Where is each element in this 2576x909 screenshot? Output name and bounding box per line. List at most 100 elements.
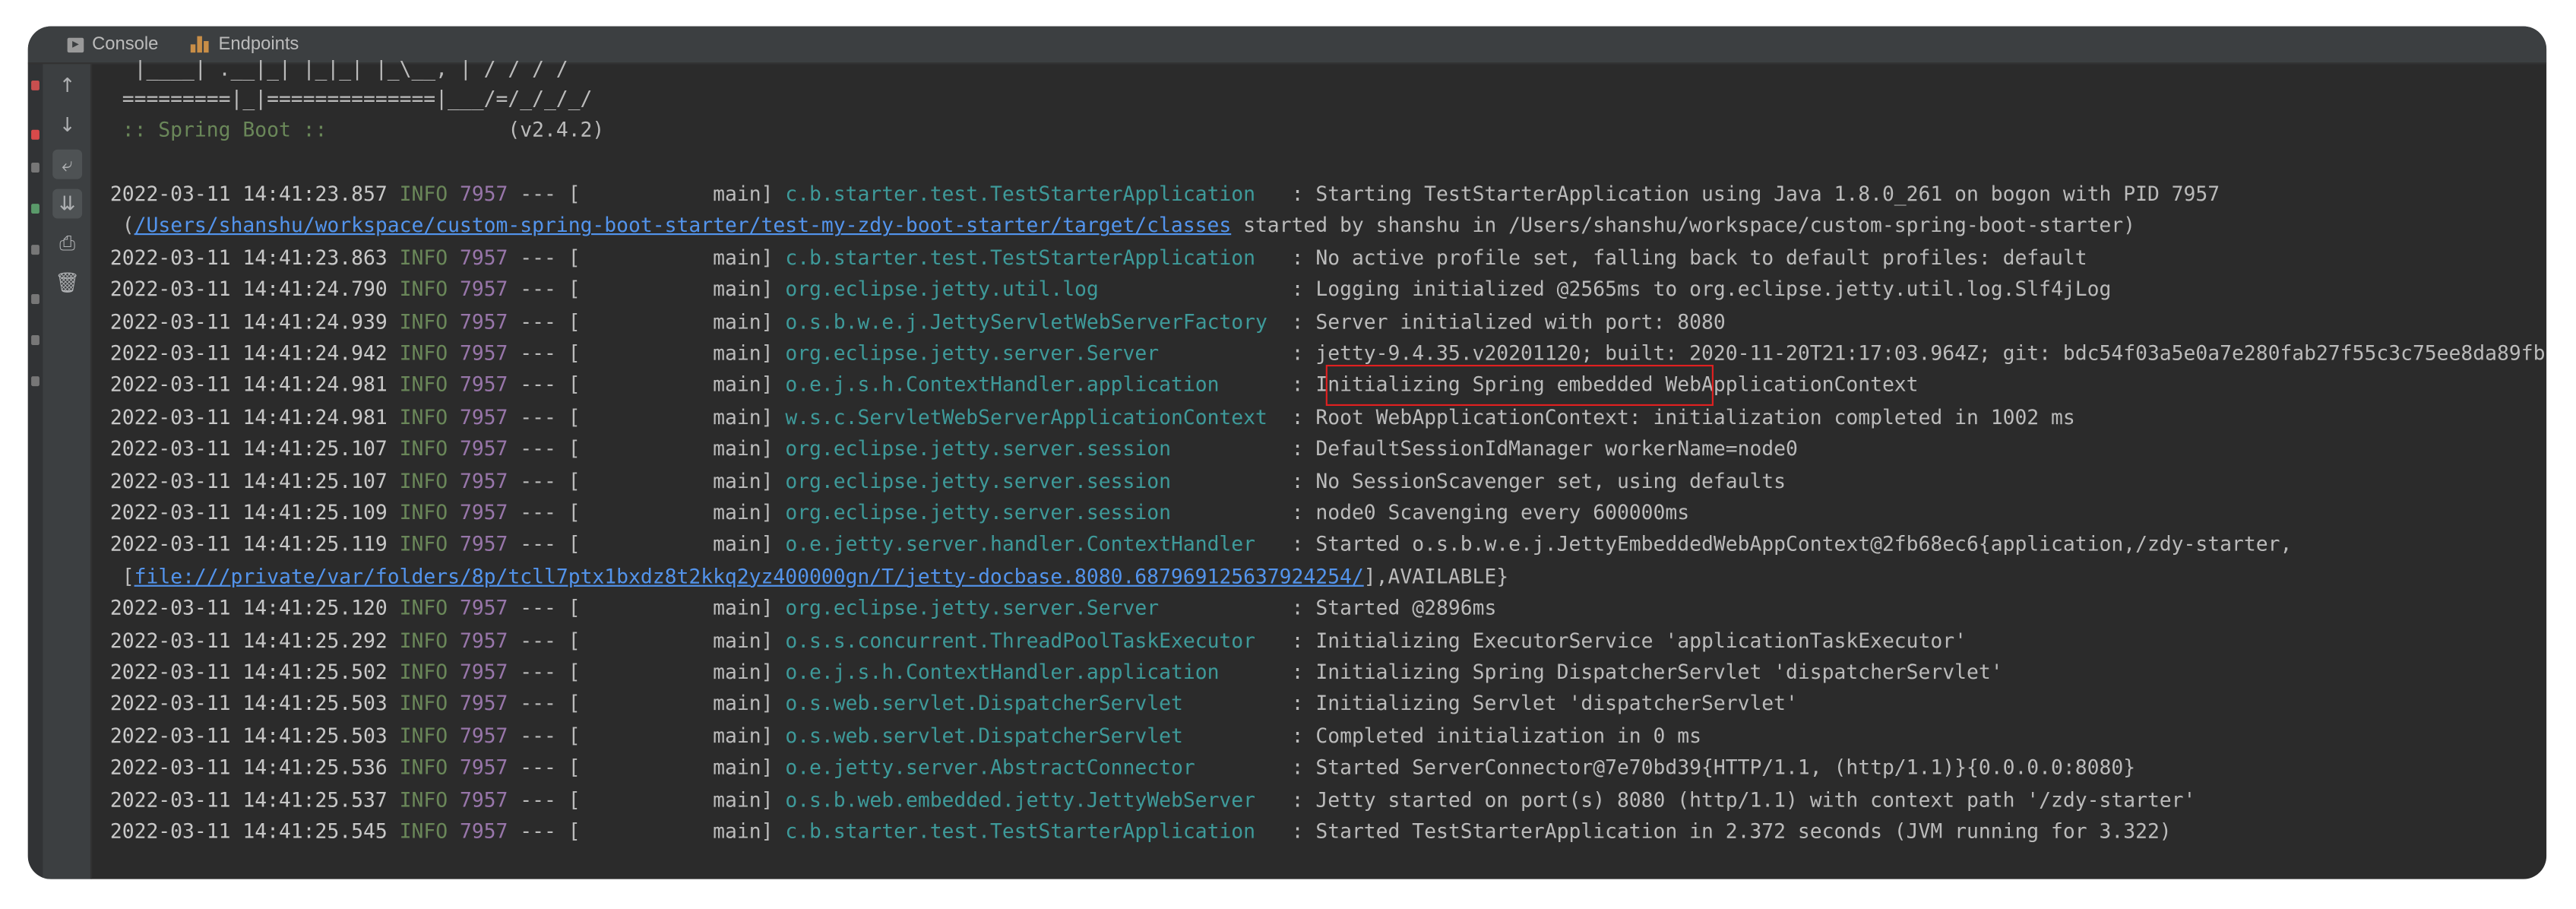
log-level: INFO	[399, 501, 448, 524]
soft-wrap-icon[interactable]: ⤶	[52, 149, 83, 179]
log-separator: --- [	[508, 819, 581, 844]
log-thread: main]	[580, 692, 786, 716]
log-level: INFO	[399, 277, 448, 302]
scroll-to-end-icon[interactable]: ⇊	[52, 188, 83, 219]
log-pid: 7957	[459, 373, 508, 397]
log-pid: 7957	[459, 692, 508, 716]
trash-icon[interactable]: 🗑	[52, 268, 82, 297]
log-pid: 7957	[459, 660, 508, 684]
log-pid: 7957	[459, 245, 508, 270]
log-message: : Completed initialization in 0 ms	[1279, 724, 1701, 748]
log-logger: o.s.web.servlet.DispatcherServlet	[785, 692, 1280, 716]
log-logger: org.eclipse.jetty.server.Server	[785, 597, 1280, 620]
log-pid: 7957	[459, 341, 508, 365]
log-line: 2022-03-11 14:41:23.857 INFO 7957 --- [ …	[110, 179, 2220, 211]
log-level: INFO	[399, 533, 448, 556]
log-separator: --- [	[508, 597, 581, 620]
log-separator: --- [	[508, 437, 581, 461]
log-message: : Started @2896ms	[1279, 597, 1497, 620]
log-prefix: [	[109, 565, 134, 588]
log-suffix: ],AVAILABLE}	[1363, 565, 1509, 588]
log-message: : Logging initialized @2565ms to org.ecl…	[1279, 277, 2112, 302]
log-pid: 7957	[459, 755, 508, 780]
log-line: 2022-03-11 14:41:24.790 INFO 7957 --- [ …	[110, 274, 2112, 306]
log-logger: o.s.s.concurrent.ThreadPoolTaskExecutor	[785, 629, 1280, 652]
log-message: : Initializing Spring DispatcherServlet …	[1279, 660, 2003, 684]
log-level: INFO	[399, 755, 448, 780]
print-icon[interactable]: ⎙	[52, 229, 82, 258]
log-timestamp: 2022-03-11 14:41:25.109	[109, 501, 388, 524]
file-path-link[interactable]: /Users/shanshu/workspace/custom-spring-b…	[134, 214, 1232, 237]
log-timestamp: 2022-03-11 14:41:25.545	[109, 819, 388, 844]
log-continuation-line: (/Users/shanshu/workspace/custom-spring-…	[110, 211, 2135, 242]
file-path-link[interactable]: file:///private/var/folders/8p/tcll7ptx1…	[134, 565, 1364, 588]
log-logger: org.eclipse.jetty.util.log	[785, 277, 1280, 302]
log-logger: org.eclipse.jetty.server.session	[785, 437, 1280, 461]
log-message: : Started TestStarterApplication in 2.37…	[1279, 819, 2172, 844]
log-level: INFO	[399, 437, 448, 461]
arrow-up-icon[interactable]: ↑	[52, 71, 82, 100]
arrow-down-icon[interactable]: ↓	[52, 110, 82, 140]
log-separator: --- [	[508, 660, 581, 684]
log-separator: --- [	[508, 182, 581, 206]
log-pid: 7957	[459, 309, 508, 334]
log-line: 2022-03-11 14:41:25.109 INFO 7957 --- [ …	[110, 498, 1689, 529]
log-line: 2022-03-11 14:41:25.107 INFO 7957 --- [ …	[110, 466, 1786, 497]
log-level: INFO	[399, 724, 448, 748]
spring-boot-label: :: Spring Boot ::	[109, 118, 340, 141]
settings-icon	[31, 293, 40, 304]
log-logger: o.s.b.w.e.j.JettyServletWebServerFactory	[785, 309, 1280, 334]
log-suffix: started by shanshu in /Users/shanshu/wor…	[1231, 214, 2135, 238]
log-line: 2022-03-11 14:41:25.503 INFO 7957 --- [ …	[110, 721, 1701, 752]
log-timestamp: 2022-03-11 14:41:23.863	[109, 245, 388, 270]
log-message: : Started o.s.b.w.e.j.JettyEmbeddedWebAp…	[1279, 533, 2293, 556]
log-timestamp: 2022-03-11 14:41:24.942	[109, 341, 388, 365]
log-line: 2022-03-11 14:41:25.503 INFO 7957 --- [ …	[110, 689, 1798, 721]
log-logger: w.s.c.ServletWebServerApplicationContext	[785, 405, 1280, 429]
layout-icon	[31, 245, 40, 255]
resume-icon	[31, 204, 40, 214]
spring-boot-version: (v2.4.2)	[339, 118, 605, 141]
log-line: 2022-03-11 14:41:24.981 INFO 7957 --- [ …	[110, 402, 2075, 433]
log-level: INFO	[399, 245, 448, 270]
log-thread: main]	[580, 755, 786, 780]
log-thread: main]	[580, 819, 786, 844]
left-edge-gutter	[27, 64, 43, 879]
stop-icon	[31, 129, 40, 140]
log-logger: org.eclipse.jetty.server.Server	[785, 341, 1280, 365]
log-message: : No active profile set, falling back to…	[1279, 245, 2087, 270]
log-thread: main]	[580, 182, 786, 206]
console-output[interactable]: |____| .__|_| |_|_| |_\__, | / / / / ===…	[109, 58, 2546, 879]
tab-console-label: Console	[92, 34, 159, 55]
log-separator: --- [	[508, 341, 581, 365]
log-line: 2022-03-11 14:41:25.107 INFO 7957 --- [ …	[110, 434, 1798, 465]
log-logger: c.b.starter.test.TestStarterApplication	[785, 245, 1280, 270]
log-thread: main]	[580, 787, 786, 812]
log-timestamp: 2022-03-11 14:41:25.502	[109, 660, 388, 684]
log-thread: main]	[580, 277, 786, 302]
log-timestamp: 2022-03-11 14:41:25.536	[109, 755, 388, 780]
log-timestamp: 2022-03-11 14:41:25.292	[109, 629, 388, 652]
log-thread: main]	[580, 373, 786, 397]
log-logger: o.e.jetty.server.AbstractConnector	[785, 755, 1280, 780]
log-timestamp: 2022-03-11 14:41:24.981	[109, 373, 388, 397]
log-separator: --- [	[508, 469, 581, 493]
log-separator: --- [	[508, 724, 581, 748]
log-separator: --- [	[508, 405, 581, 429]
log-logger: o.s.b.web.embedded.jetty.JettyWebServer	[785, 787, 1280, 812]
log-timestamp: 2022-03-11 14:41:25.107	[109, 469, 388, 493]
log-level: INFO	[399, 182, 448, 206]
log-thread: main]	[580, 660, 786, 684]
log-logger: o.e.jetty.server.handler.ContextHandler	[785, 533, 1280, 556]
log-pid: 7957	[459, 724, 508, 748]
log-message: : Server initialized with port: 8080	[1279, 309, 1726, 334]
log-level: INFO	[399, 660, 448, 684]
log-separator: --- [	[508, 692, 581, 716]
log-timestamp: 2022-03-11 14:41:24.981	[109, 405, 388, 429]
log-level: INFO	[399, 341, 448, 365]
log-message: : Starting TestStarterApplication using …	[1279, 182, 2220, 206]
rerun-icon	[31, 163, 40, 173]
log-line: 2022-03-11 14:41:25.502 INFO 7957 --- [ …	[110, 657, 2003, 689]
log-level: INFO	[399, 597, 448, 620]
log-line: 2022-03-11 14:41:25.120 INFO 7957 --- [ …	[110, 594, 1496, 625]
